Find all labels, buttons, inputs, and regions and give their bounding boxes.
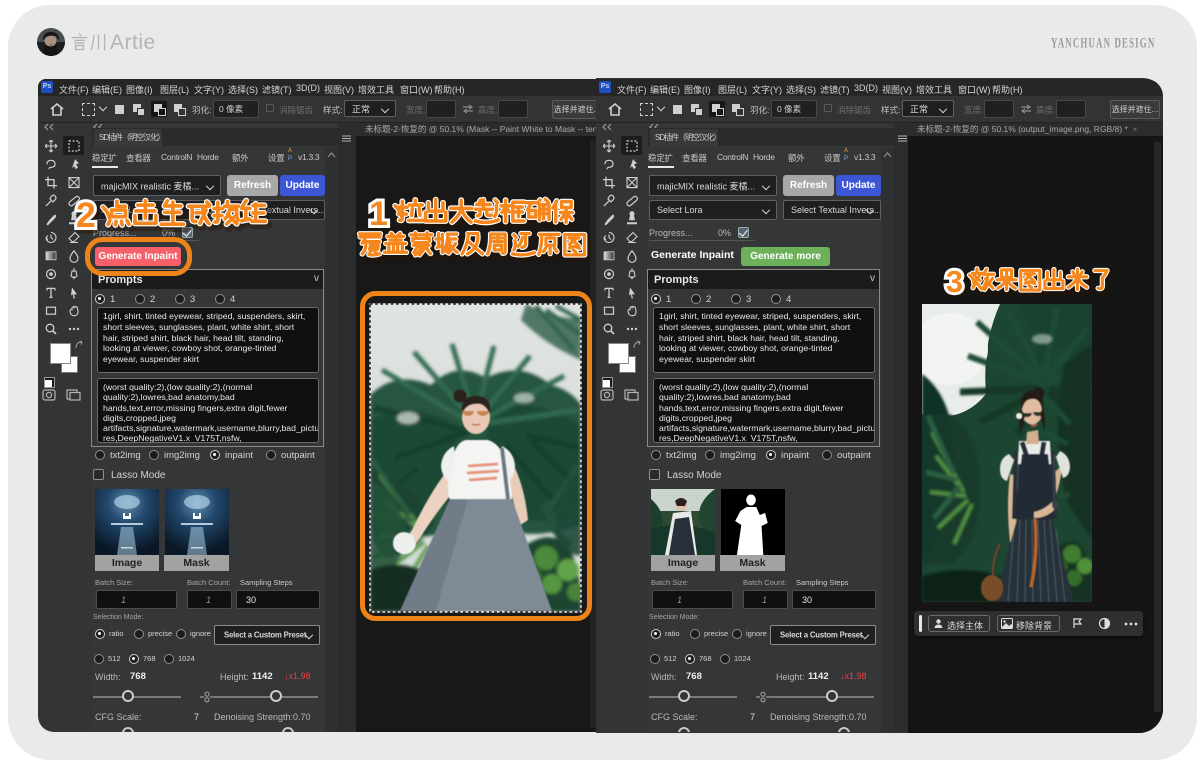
svg-text:3: 3 — [946, 265, 963, 299]
svg-text:2: 2 — [76, 195, 96, 235]
